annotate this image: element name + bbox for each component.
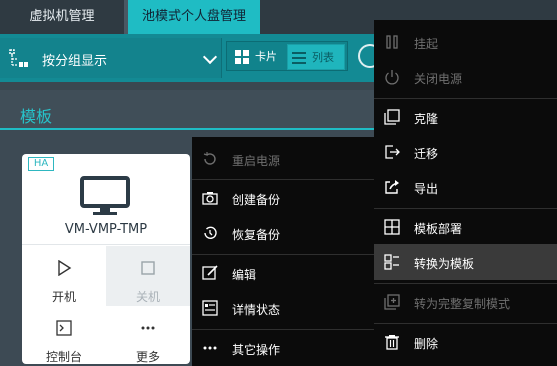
menu-item-label: 详情状态 — [232, 303, 281, 317]
power-on-button[interactable]: 开机 — [22, 246, 106, 306]
menu-item-label: 导出 — [414, 182, 439, 196]
menu-item-export[interactable]: 导出 — [374, 169, 557, 205]
menu-item-label: 重启电源 — [232, 154, 281, 168]
menu-item-edit[interactable]: 编辑 — [192, 255, 374, 291]
other-actions-submenu: 挂起 关闭电源 克隆 迁移 导出 模板部署 转换为模板 转为完整复制模式 删除 — [374, 20, 557, 366]
menu-item-label: 转换为模板 — [414, 257, 475, 271]
group-display-label: 按分组显示 — [42, 54, 108, 69]
vm-name: VM-VMP-TMP — [64, 222, 148, 237]
console-icon — [56, 320, 72, 336]
group-tree-icon — [9, 49, 28, 67]
edit-icon — [202, 265, 218, 280]
list-view-button[interactable]: 列表 — [287, 44, 345, 70]
menu-item-label: 编辑 — [232, 268, 257, 282]
menu-item-label: 转为完整复制模式 — [414, 297, 511, 311]
list-view-label: 列表 — [312, 51, 334, 64]
menu-item-delete[interactable]: 删除 — [374, 324, 557, 360]
monitor-icon — [80, 176, 130, 215]
grid-view-icon — [235, 50, 249, 64]
card-view-button[interactable]: 卡片 — [231, 44, 285, 70]
menu-item-suspend[interactable]: 挂起 — [374, 24, 557, 60]
menu-item-create-backup[interactable]: 创建备份 — [192, 180, 374, 216]
menu-item-power-off[interactable]: 关闭电源 — [374, 59, 557, 95]
more-button[interactable]: 更多 — [106, 306, 190, 366]
trash-icon — [385, 335, 399, 350]
pause-icon — [386, 35, 398, 49]
menu-item-other-actions[interactable]: 其它操作 — [192, 330, 374, 366]
menu-item-label: 创建备份 — [232, 193, 281, 207]
more-icon — [141, 326, 155, 330]
menu-item-migrate[interactable]: 迁移 — [374, 134, 557, 170]
menu-item-convert-to-template[interactable]: 转换为模板 — [374, 244, 557, 280]
chevron-down-icon — [202, 49, 218, 65]
card-divider — [22, 244, 190, 245]
tab-vm-management[interactable]: 虚拟机管理 — [0, 0, 124, 34]
section-title: 模板 — [20, 107, 53, 126]
full-copy-icon — [384, 294, 400, 310]
power-on-label: 开机 — [51, 290, 76, 304]
clone-icon — [384, 109, 400, 125]
power-off-button[interactable]: 关机 — [106, 246, 190, 306]
menu-item-restart[interactable]: 重启电源 — [192, 141, 374, 177]
console-button[interactable]: 控制台 — [22, 306, 106, 366]
camera-icon — [202, 192, 218, 205]
menu-item-full-copy-mode[interactable]: 转为完整复制模式 — [374, 284, 557, 320]
menu-item-label: 其它操作 — [232, 343, 281, 357]
play-icon — [58, 260, 72, 276]
menu-item-clone[interactable]: 克隆 — [374, 99, 557, 135]
menu-item-label: 关闭电源 — [414, 72, 463, 86]
convert-template-icon — [384, 254, 399, 270]
details-icon — [202, 300, 218, 316]
menu-item-label: 删除 — [414, 337, 439, 351]
grid-icon — [384, 219, 400, 235]
menu-item-template-deploy[interactable]: 模板部署 — [374, 209, 557, 245]
migrate-icon — [385, 145, 400, 159]
restart-icon — [203, 152, 216, 165]
power-off-label: 关机 — [135, 290, 160, 304]
export-icon — [385, 180, 399, 194]
ha-badge: HA — [28, 157, 54, 171]
card-view-label: 卡片 — [255, 50, 277, 63]
power-icon — [385, 70, 399, 85]
menu-item-label: 克隆 — [414, 112, 439, 126]
console-label: 控制台 — [45, 350, 82, 364]
menu-item-label: 模板部署 — [414, 222, 463, 236]
more-label: 更多 — [135, 350, 160, 364]
history-icon — [204, 226, 217, 239]
group-display-select[interactable]: 按分组显示 — [0, 38, 222, 78]
menu-item-label: 迁移 — [414, 147, 439, 161]
menu-item-label: 恢复备份 — [232, 228, 281, 242]
view-toggle: 卡片 列表 — [226, 41, 348, 71]
menu-item-details[interactable]: 详情状态 — [192, 290, 374, 326]
menu-item-restore-backup[interactable]: 恢复备份 — [192, 215, 374, 251]
tab-pool-personal-disk[interactable]: 池模式个人盘管理 — [128, 0, 260, 34]
menu-item-label: 挂起 — [414, 37, 439, 51]
stop-icon — [141, 261, 155, 275]
list-view-icon — [292, 52, 306, 64]
more-actions-menu: 重启电源 创建备份 恢复备份 编辑 详情状态 其它操作 — [192, 137, 374, 366]
ellipsis-icon — [203, 346, 217, 350]
